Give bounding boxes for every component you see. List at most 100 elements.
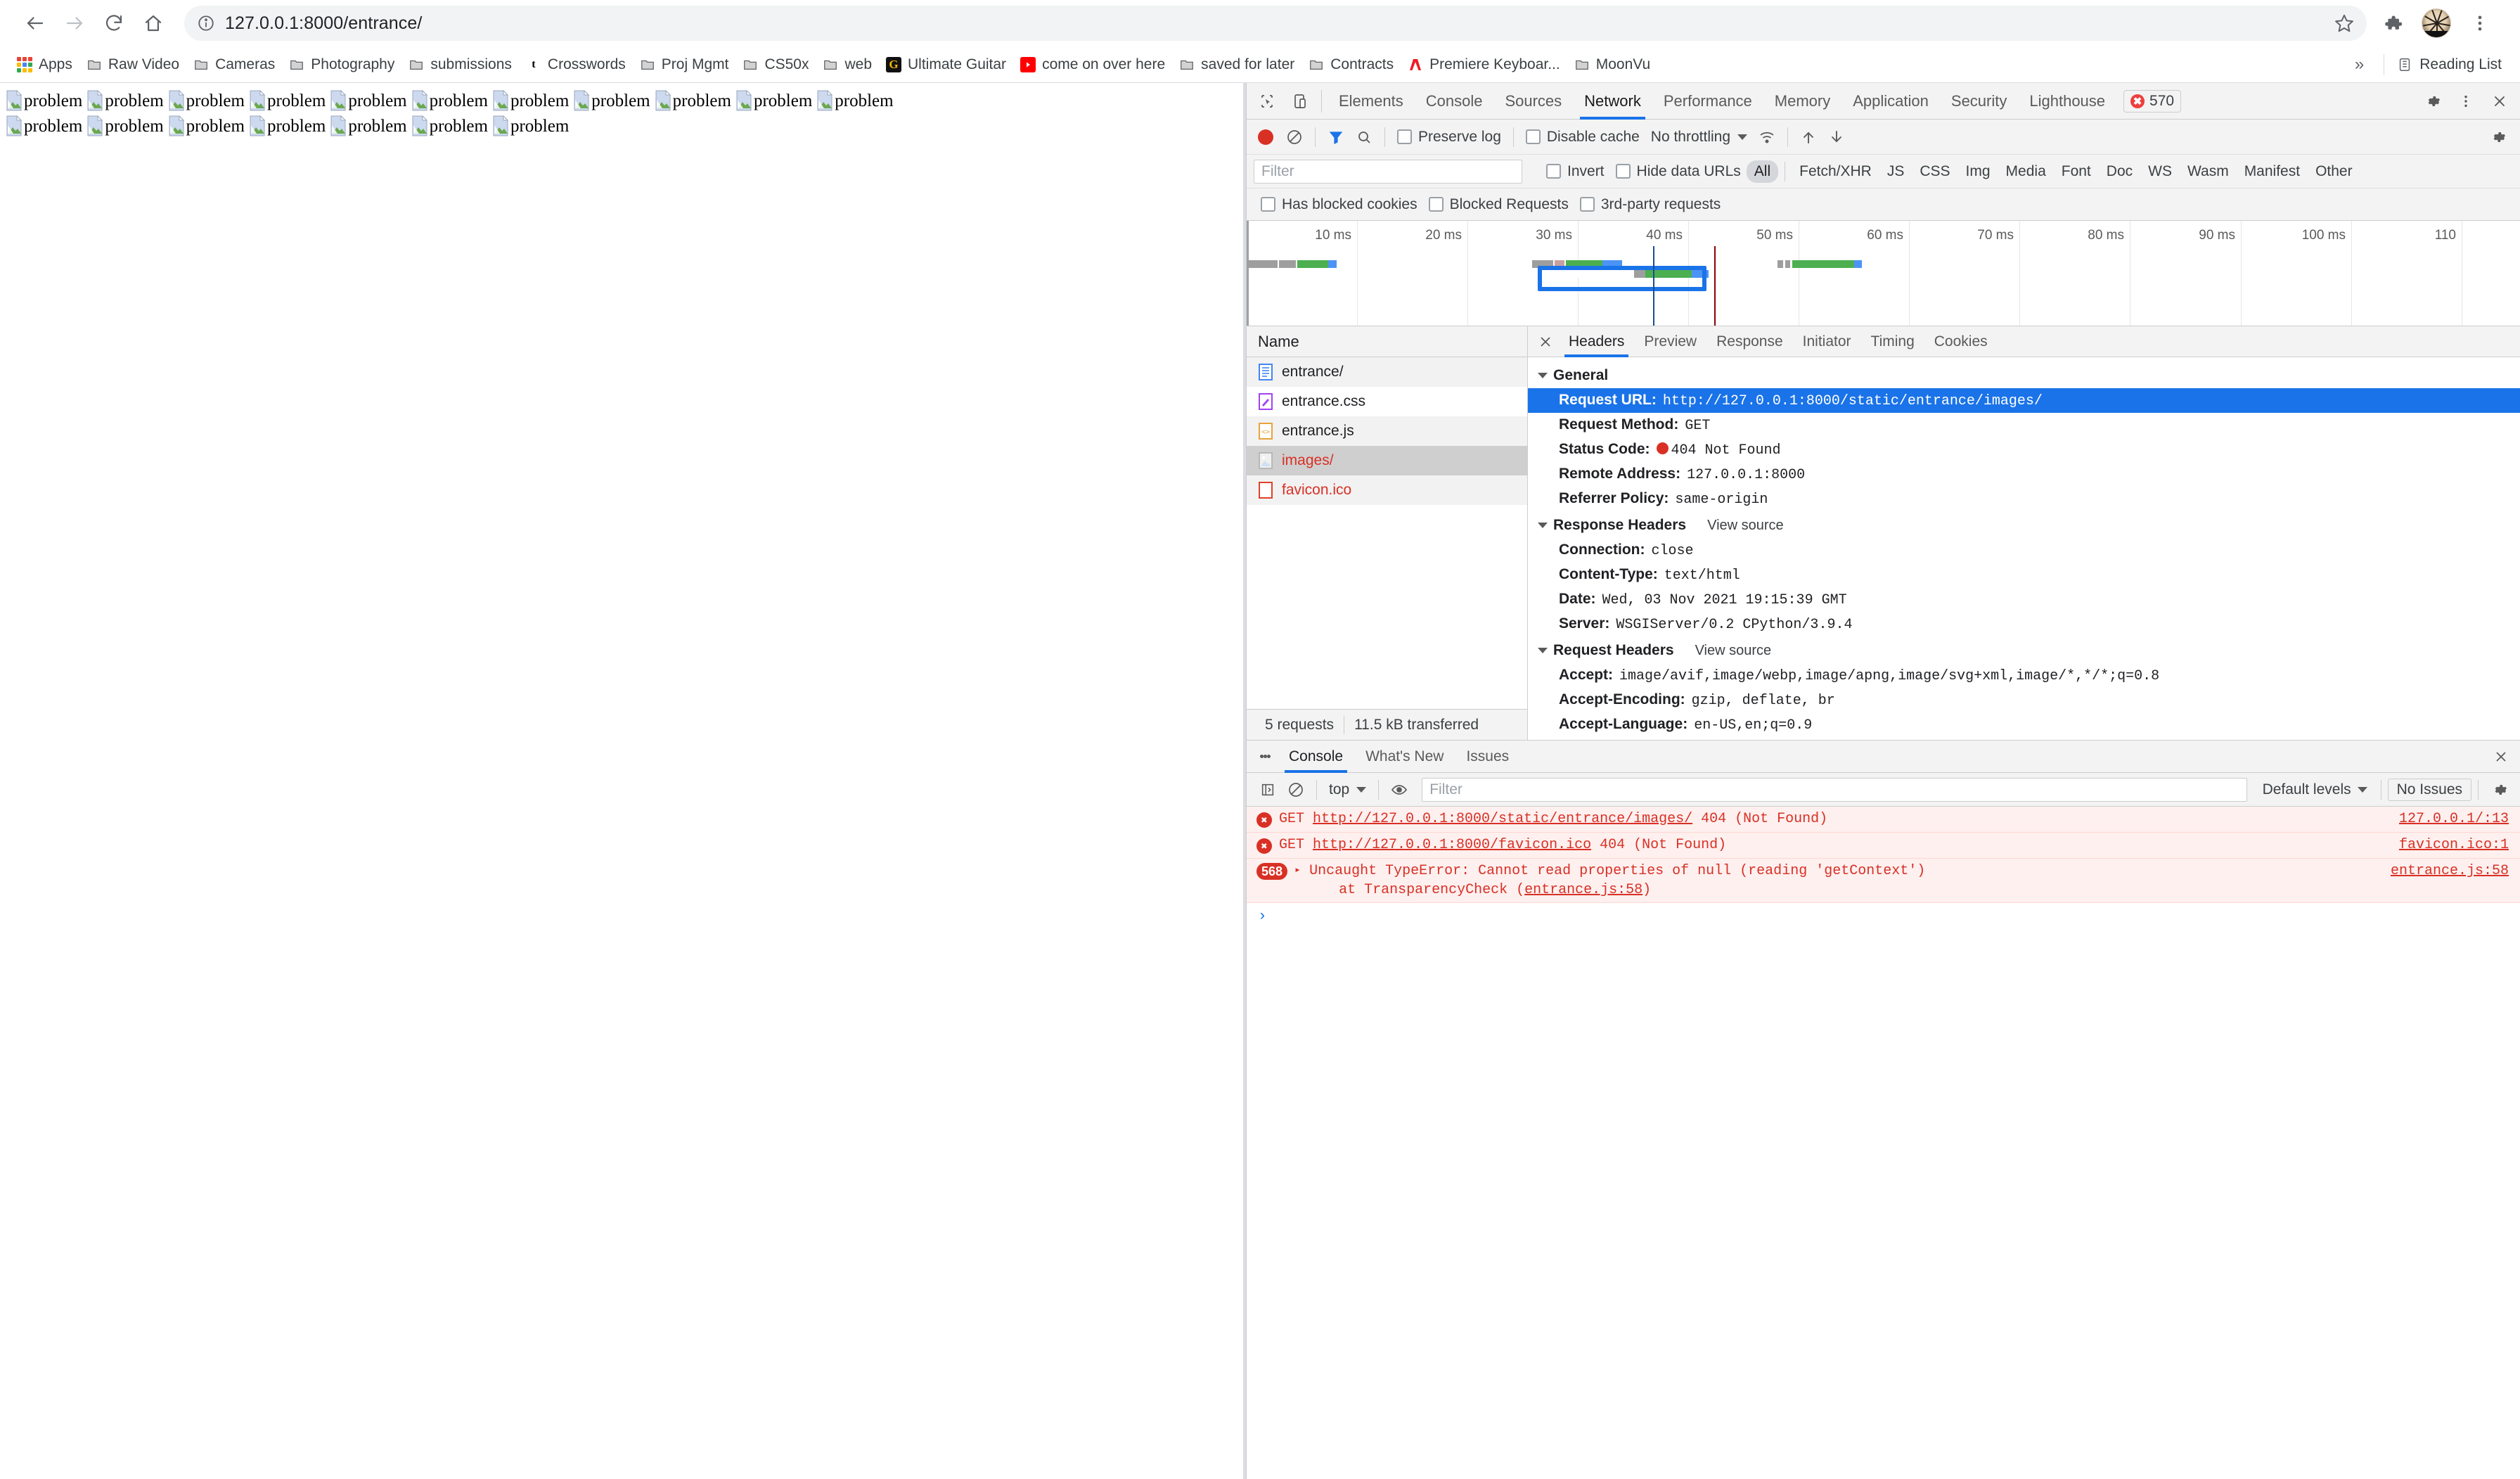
tab-network[interactable]: Network bbox=[1573, 83, 1652, 120]
response-header-row[interactable]: Content-Type: text/html bbox=[1528, 563, 2520, 587]
throttling-select[interactable]: No throttling bbox=[1645, 129, 1753, 146]
filter-type-img[interactable]: Img bbox=[1958, 160, 1998, 183]
tab-memory[interactable]: Memory bbox=[1763, 83, 1841, 120]
request-header-row[interactable]: Accept-Language: en-US,en;q=0.9 bbox=[1528, 712, 2520, 737]
close-detail-icon[interactable] bbox=[1532, 328, 1559, 355]
export-har-icon[interactable] bbox=[1822, 123, 1851, 151]
request-row[interactable]: images/ bbox=[1247, 446, 1527, 475]
bookmark-come-on-over-here[interactable]: come on over here bbox=[1013, 53, 1172, 77]
console-settings-gear-icon[interactable] bbox=[2485, 776, 2513, 804]
live-expression-icon[interactable] bbox=[1385, 776, 1413, 804]
console-input-prompt[interactable]: › bbox=[1247, 903, 2520, 930]
request-row[interactable]: entrance/ bbox=[1247, 357, 1527, 387]
filter-type-font[interactable]: Font bbox=[2054, 160, 2099, 183]
hide-data-urls-checkbox[interactable]: Hide data URLs bbox=[1610, 163, 1747, 180]
bookmark-moonvu[interactable]: MoonVu bbox=[1567, 53, 1657, 77]
drawer-tab-console[interactable]: Console bbox=[1278, 741, 1354, 773]
response-header-row[interactable]: Server: WSGIServer/0.2 CPython/3.9.4 bbox=[1528, 612, 2520, 636]
detail-tab-timing[interactable]: Timing bbox=[1861, 326, 1924, 357]
network-overview-timeline[interactable]: 10 ms 20 ms 30 ms 40 ms 50 ms 60 ms 70 ms 80 ms… bbox=[1247, 221, 2520, 326]
general-row[interactable]: Request URL: http://127.0.0.1:8000/static… bbox=[1528, 388, 2520, 413]
console-sidebar-icon[interactable] bbox=[1254, 776, 1282, 804]
more-options-icon[interactable] bbox=[2450, 85, 2482, 117]
filter-type-manifest[interactable]: Manifest bbox=[2237, 160, 2308, 183]
chrome-menu-icon[interactable] bbox=[2460, 3, 2500, 44]
request-row[interactable]: <> entrance.js bbox=[1247, 416, 1527, 446]
console-message-source[interactable]: 127.0.0.1/:13 bbox=[2386, 811, 2509, 827]
bookmark-raw-video[interactable]: Raw Video bbox=[79, 53, 186, 77]
filter-type-wasm[interactable]: Wasm bbox=[2180, 160, 2237, 183]
filter-type-ws[interactable]: WS bbox=[2140, 160, 2180, 183]
console-levels-select[interactable]: Default levels bbox=[2256, 781, 2374, 798]
console-message-source[interactable]: entrance.js:58 bbox=[2378, 863, 2509, 879]
extensions-puzzle-icon[interactable] bbox=[2372, 3, 2413, 44]
general-row[interactable]: Status Code: 404 Not Found bbox=[1528, 437, 2520, 462]
bookmark-ultimate-guitar[interactable]: G Ultimate Guitar bbox=[879, 53, 1013, 77]
detail-tab-preview[interactable]: Preview bbox=[1634, 326, 1706, 357]
request-row[interactable]: entrance.css bbox=[1247, 387, 1527, 416]
detail-tab-headers[interactable]: Headers bbox=[1559, 326, 1634, 357]
console-filter-input[interactable]: Filter bbox=[1422, 777, 2247, 802]
detail-tab-cookies[interactable]: Cookies bbox=[1924, 326, 1998, 357]
disable-cache-checkbox[interactable]: Disable cache bbox=[1520, 129, 1645, 146]
request-header-row[interactable]: Accept-Encoding: gzip, deflate, br bbox=[1528, 688, 2520, 712]
site-info-icon[interactable] bbox=[197, 14, 215, 32]
console-message-source[interactable]: favicon.ico:1 bbox=[2386, 837, 2509, 853]
bookmark-cs50x[interactable]: CS50x bbox=[735, 53, 816, 77]
back-arrow-icon[interactable] bbox=[15, 4, 55, 43]
filter-type-fetch-xhr[interactable]: Fetch/XHR bbox=[1792, 160, 1879, 183]
general-section-header[interactable]: General bbox=[1528, 361, 2520, 388]
bookmark-premiere-keyboard[interactable]: Premiere Keyboar... bbox=[1401, 53, 1567, 77]
error-count-badge[interactable]: ✖ 570 bbox=[2123, 89, 2182, 113]
request-list-header[interactable]: Name bbox=[1247, 326, 1527, 357]
reading-list-button[interactable]: Reading List bbox=[2389, 53, 2510, 77]
expand-arrow-icon[interactable]: ▸ bbox=[1294, 863, 1301, 876]
tab-lighthouse[interactable]: Lighthouse bbox=[2018, 83, 2116, 120]
bookmarks-overflow-icon[interactable]: » bbox=[2339, 55, 2379, 75]
bookmark-proj-mgmt[interactable]: Proj Mgmt bbox=[633, 53, 736, 77]
bookmark-web[interactable]: web bbox=[816, 53, 879, 77]
filter-type-all[interactable]: All bbox=[1746, 160, 1779, 183]
no-issues-button[interactable]: No Issues bbox=[2387, 778, 2471, 801]
console-message[interactable]: ✖ GET http://127.0.0.1:8000/favicon.ico 4… bbox=[1247, 833, 2520, 859]
clear-console-icon[interactable] bbox=[1282, 776, 1310, 804]
settings-gear-icon[interactable] bbox=[2416, 85, 2448, 117]
bookmark-crosswords[interactable]: t Crosswords bbox=[519, 53, 633, 77]
filter-funnel-icon[interactable] bbox=[1322, 123, 1350, 151]
tab-security[interactable]: Security bbox=[1940, 83, 2018, 120]
bookmark-photography[interactable]: Photography bbox=[282, 53, 401, 77]
home-icon[interactable] bbox=[134, 4, 173, 43]
network-settings-gear-icon[interactable] bbox=[2483, 123, 2512, 151]
import-har-icon[interactable] bbox=[1794, 123, 1822, 151]
console-message[interactable]: 568 ▸ Uncaught TypeError: Cannot read prop… bbox=[1247, 859, 2520, 903]
bookmark-star-icon[interactable] bbox=[2329, 8, 2360, 39]
filter-type-media[interactable]: Media bbox=[1998, 160, 2054, 183]
third-party-requests-checkbox[interactable]: 3rd-party requests bbox=[1574, 196, 1726, 213]
tab-performance[interactable]: Performance bbox=[1652, 83, 1763, 120]
forward-arrow-icon[interactable] bbox=[55, 4, 94, 43]
filter-type-css[interactable]: CSS bbox=[1912, 160, 1958, 183]
timeline-selection-window[interactable] bbox=[1538, 266, 1706, 291]
tab-sources[interactable]: Sources bbox=[1493, 83, 1573, 120]
tab-console[interactable]: Console bbox=[1415, 83, 1494, 120]
bookmark-saved-for-later[interactable]: saved for later bbox=[1172, 53, 1301, 77]
bookmark-submissions[interactable]: submissions bbox=[401, 53, 519, 77]
bookmark-cameras[interactable]: Cameras bbox=[186, 53, 282, 77]
request-row[interactable]: favicon.ico bbox=[1247, 475, 1527, 505]
network-conditions-icon[interactable] bbox=[1753, 123, 1781, 151]
reload-icon[interactable] bbox=[94, 4, 134, 43]
blocked-requests-checkbox[interactable]: Blocked Requests bbox=[1423, 196, 1574, 213]
network-filter-input[interactable]: Filter bbox=[1254, 159, 1522, 184]
detail-tab-response[interactable]: Response bbox=[1706, 326, 1793, 357]
console-message[interactable]: ✖ GET http://127.0.0.1:8000/static/entran… bbox=[1247, 807, 2520, 833]
general-row[interactable]: Referrer Policy: same-origin bbox=[1528, 487, 2520, 511]
tab-application[interactable]: Application bbox=[1841, 83, 1940, 120]
filter-type-doc[interactable]: Doc bbox=[2099, 160, 2140, 183]
drawer-tab-whats-new[interactable]: What's New bbox=[1354, 741, 1455, 773]
response-header-row[interactable]: Connection: close bbox=[1528, 538, 2520, 563]
drawer-tab-issues[interactable]: Issues bbox=[1455, 741, 1520, 773]
search-icon[interactable] bbox=[1350, 123, 1378, 151]
has-blocked-cookies-checkbox[interactable]: Has blocked cookies bbox=[1255, 196, 1423, 213]
response-header-row[interactable]: Date: Wed, 03 Nov 2021 19:15:39 GMT bbox=[1528, 587, 2520, 612]
close-drawer-icon[interactable] bbox=[2488, 743, 2514, 770]
